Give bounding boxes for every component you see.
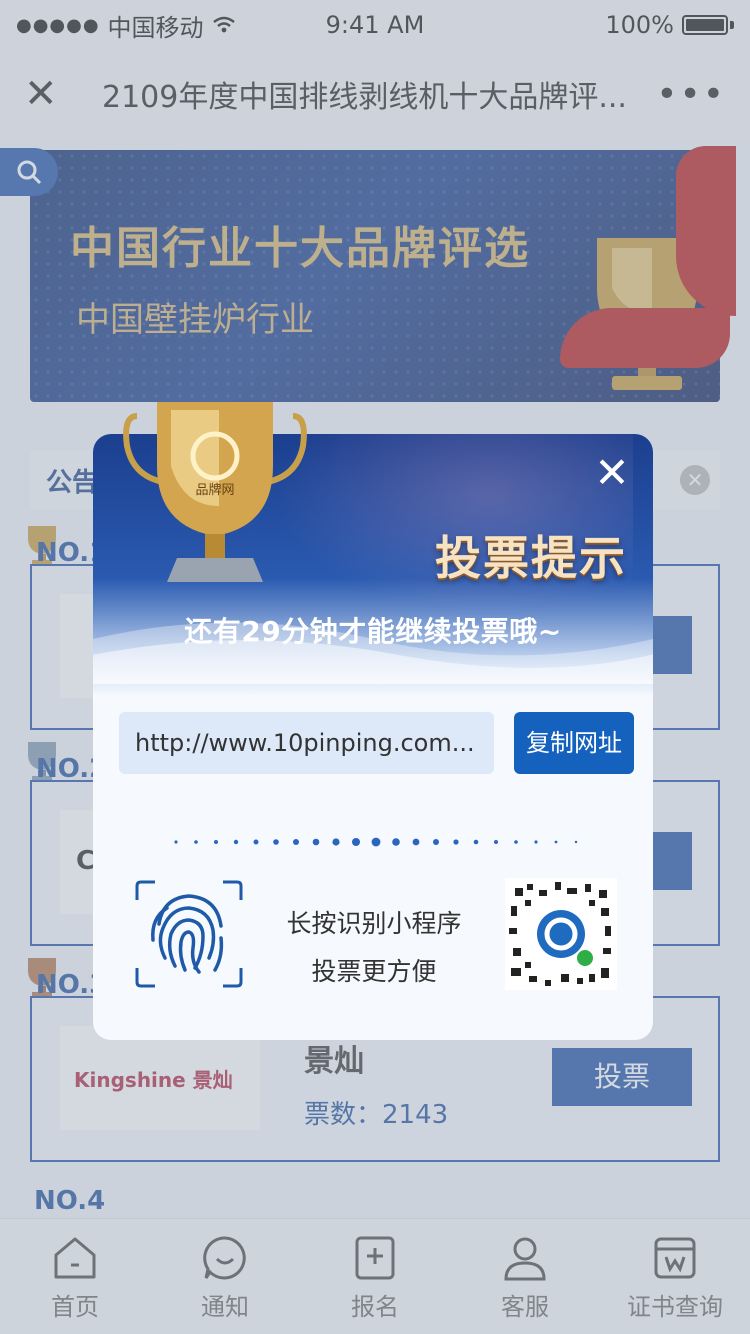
trophy-icon: 品牌网 (123, 402, 307, 582)
fingerprint-icon[interactable] (133, 878, 245, 990)
modal-title: 投票提示 (435, 531, 627, 585)
mini-program-qr-code[interactable] (505, 878, 617, 990)
mini-program-hint: 长按识别小程序 投票更方便 (286, 909, 462, 986)
url-field[interactable]: http://www.10pinping.com... (119, 712, 494, 774)
close-icon[interactable]: ✕ (591, 452, 633, 494)
vote-tip-modal: 投票提示 还有29分钟才能继续投票哦~ ✕ 品牌网 http://www.10p… (93, 402, 653, 1040)
copy-url-button[interactable]: 复制网址 (514, 712, 634, 774)
modal-message: 还有29分钟才能继续投票哦~ (184, 615, 562, 648)
divider-dots (174, 837, 578, 847)
svg-text:品牌网: 品牌网 (195, 482, 234, 498)
